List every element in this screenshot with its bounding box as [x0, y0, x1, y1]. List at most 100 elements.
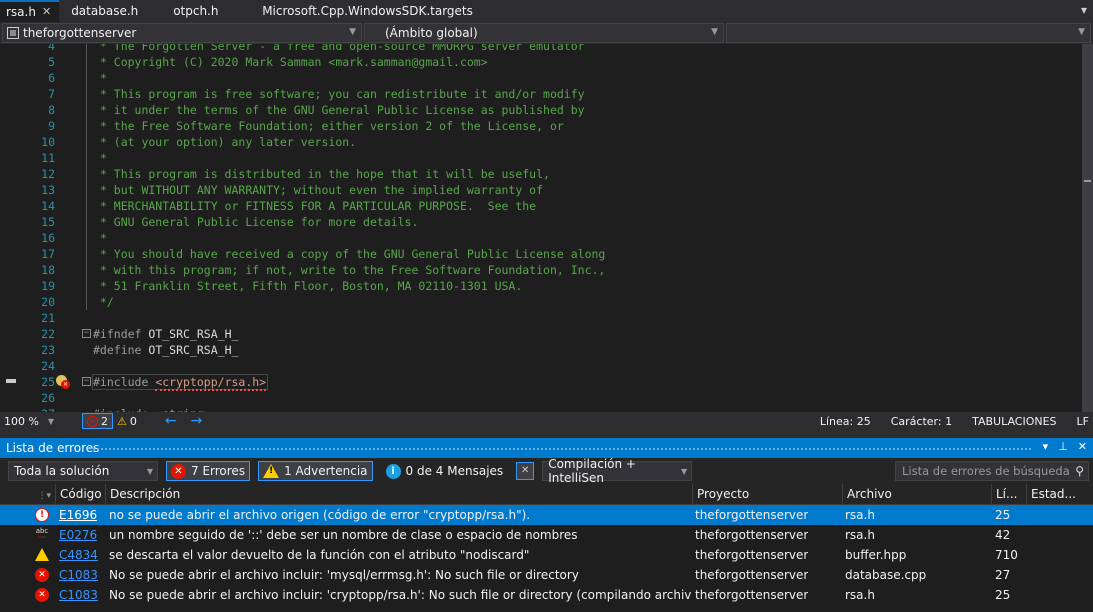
code-line[interactable]: 26 — [0, 390, 1082, 406]
error-code[interactable]: E1696 — [59, 505, 97, 525]
clear-filter-icon[interactable]: ✕ — [516, 462, 535, 480]
close-icon[interactable]: ✕ — [42, 3, 51, 21]
error-project: theforgottenserver — [695, 588, 809, 602]
code-line[interactable]: 18 * with this program; if not, write to… — [0, 262, 1082, 278]
code-text: * Copyright (C) 2020 Mark Samman <mark.s… — [93, 55, 488, 69]
error-project: theforgottenserver — [695, 568, 809, 582]
scope-filter-dropdown[interactable]: Toda la solución ▼ — [8, 461, 158, 481]
code-editor[interactable]: 4 * The Forgotten Server - a free and op… — [0, 44, 1082, 412]
scope-dropdown[interactable]: (Ámbito global) ▼ — [364, 23, 724, 43]
arrow-left-icon[interactable]: ← — [165, 413, 177, 429]
line-number: 7 — [48, 87, 55, 101]
code-line[interactable]: 23 #define OT_SRC_RSA_H_ — [0, 342, 1082, 358]
zoom-dropdown[interactable]: 100 % ▼ — [0, 415, 58, 428]
errors-filter-button[interactable]: ✕ 7 Errores — [166, 461, 251, 481]
error-count-indicator[interactable]: ✕ 2 — [82, 413, 113, 429]
tab-windows-sdk-targets[interactable]: Microsoft.Cpp.WindowsSDK.targets — [254, 0, 481, 22]
code-line[interactable]: 10 * (at your option) any later version. — [0, 134, 1082, 150]
column-header-project[interactable]: Proyecto — [692, 484, 842, 505]
chevron-down-icon: ▼ — [146, 467, 153, 476]
warnings-filter-button[interactable]: ! 1 Advertencia — [258, 461, 373, 481]
code-line[interactable]: 4 * The Forgotten Server - a free and op… — [0, 44, 1082, 54]
search-placeholder: Lista de errores de búsqueda — [902, 464, 1070, 478]
code-line[interactable]: 17 * You should have received a copy of … — [0, 246, 1082, 262]
chevron-down-icon[interactable]: ▾ — [1081, 3, 1087, 17]
code-line[interactable]: 21 — [0, 310, 1082, 326]
column-header-icon[interactable]: ⋮▾ — [0, 484, 55, 505]
error-code[interactable]: C1083 — [59, 585, 98, 605]
code-line[interactable]: 19 * 51 Franklin Street, Fifth Floor, Bo… — [0, 278, 1082, 294]
line-number: 21 — [41, 311, 55, 325]
column-header-line[interactable]: Lí... — [991, 484, 1026, 505]
error-row[interactable]: abc 〰 E0276 un nombre seguido de '::' debe … — [0, 525, 1093, 545]
code-line[interactable]: 7 * This program is free software; you c… — [0, 86, 1082, 102]
tab-rsa-h[interactable]: rsa.h ✕ — [0, 0, 60, 22]
code-text: * The Forgotten Server - a free and open… — [93, 44, 585, 53]
window-position-icon[interactable]: ▾ — [1043, 440, 1049, 453]
code-line[interactable]: 22 − #ifndef OT_SRC_RSA_H_ — [0, 326, 1082, 342]
error-file: rsa.h — [845, 528, 875, 542]
error-list-toolbar: Toda la solución ▼ ✕ 7 Errores ! 1 Adver… — [0, 457, 1093, 485]
line-number: 8 — [48, 103, 55, 117]
drag-grip[interactable] — [92, 447, 1031, 451]
error-code[interactable]: C4834 — [59, 545, 98, 565]
code-line[interactable]: 8 * it under the terms of the GNU Genera… — [0, 102, 1082, 118]
error-search-input[interactable]: Lista de errores de búsqueda ⚲ — [895, 461, 1089, 481]
char-indicator[interactable]: Carácter: 1 — [891, 415, 952, 428]
close-icon[interactable]: ✕ — [1078, 440, 1087, 453]
code-line[interactable]: 14 * MERCHANTABILITY or FITNESS FOR A PA… — [0, 198, 1082, 214]
search-icon[interactable]: ⚲ — [1075, 464, 1084, 478]
project-dropdown[interactable]: theforgottenserver ▼ — [2, 23, 362, 43]
fold-toggle-icon[interactable]: − — [82, 377, 91, 386]
eol-indicator[interactable]: LF — [1077, 415, 1089, 428]
line-number: 23 — [41, 343, 55, 357]
error-row[interactable]: ✕ C1083 No se puede abrir el archivo inclu… — [0, 565, 1093, 585]
code-line[interactable]: 9 * the Free Software Foundation; either… — [0, 118, 1082, 134]
error-code[interactable]: C1083 — [59, 565, 98, 585]
indent-indicator[interactable]: TABULACIONES — [972, 415, 1056, 428]
code-line[interactable]: 13 * but WITHOUT ANY WARRANTY; without e… — [0, 182, 1082, 198]
error-row[interactable]: C4834 se descarta el valor devuelto de la… — [0, 545, 1093, 565]
error-icon: ✕ — [87, 415, 98, 427]
code-line[interactable]: 5 * Copyright (C) 2020 Mark Samman <mark… — [0, 54, 1082, 70]
messages-filter-button[interactable]: i 0 de 4 Mensajes — [381, 461, 509, 481]
tab-database-h[interactable]: database.h — [59, 0, 165, 22]
fold-toggle-icon[interactable]: − — [82, 329, 91, 338]
warning-count-indicator[interactable]: ⚠ 0 — [117, 415, 137, 428]
code-text: * the Free Software Foundation; either v… — [93, 119, 564, 133]
pin-icon[interactable]: ⊥ — [1058, 440, 1068, 453]
code-text: * (at your option) any later version. — [93, 135, 357, 149]
code-line[interactable]: 15 * GNU General Public License for more… — [0, 214, 1082, 230]
column-header-file[interactable]: Archivo — [842, 484, 991, 505]
error-code[interactable]: E0276 — [59, 525, 97, 545]
visual-studio-window: rsa.h ✕ database.h otpch.h Microsoft.Cpp… — [0, 0, 1093, 612]
splitter[interactable] — [0, 430, 1093, 438]
tab-otpch-h[interactable]: otpch.h — [165, 0, 254, 22]
code-line[interactable]: 11 * — [0, 150, 1082, 166]
line-indicator[interactable]: Línea: 25 — [820, 415, 871, 428]
code-line[interactable]: 16 * — [0, 230, 1082, 246]
code-line[interactable]: 6 * — [0, 70, 1082, 86]
member-dropdown[interactable]: ▼ — [726, 23, 1091, 43]
chevron-down-icon: ▼ — [47, 416, 54, 426]
code-line[interactable]: 20 */ — [0, 294, 1082, 310]
code-line[interactable]: 12 * This program is distributed in the … — [0, 166, 1082, 182]
column-header-status[interactable]: Estad... — [1026, 484, 1093, 505]
arrow-right-icon[interactable]: → — [191, 413, 203, 429]
code-text: * 51 Franklin Street, Fifth Floor, Bosto… — [93, 279, 523, 293]
messages-filter-label: 0 de 4 Mensajes — [405, 464, 504, 478]
code-line[interactable]: 24 — [0, 358, 1082, 374]
column-header-code[interactable]: Código — [55, 484, 105, 505]
tab-label: rsa.h — [6, 5, 36, 19]
error-row[interactable]: ✕ C1083 No se puede abrir el archivo inclu… — [0, 585, 1093, 605]
error-file: database.cpp — [845, 568, 927, 582]
line-number: 4 — [48, 44, 55, 53]
error-row[interactable]: ! E1696 no se puede abrir el archivo orige… — [0, 505, 1093, 525]
line-number: 12 — [41, 167, 55, 181]
vertical-scrollbar[interactable] — [1082, 44, 1093, 412]
build-filter-dropdown[interactable]: Compilación + IntelliSen ▼ — [542, 457, 693, 485]
code-line[interactable]: 25− ✕ #include <cryptopp/rsa.h> — [0, 374, 1082, 391]
chevron-down-icon: ▼ — [349, 27, 356, 37]
column-header-description[interactable]: Descripción — [105, 484, 692, 505]
tab-label: otpch.h — [173, 4, 219, 18]
